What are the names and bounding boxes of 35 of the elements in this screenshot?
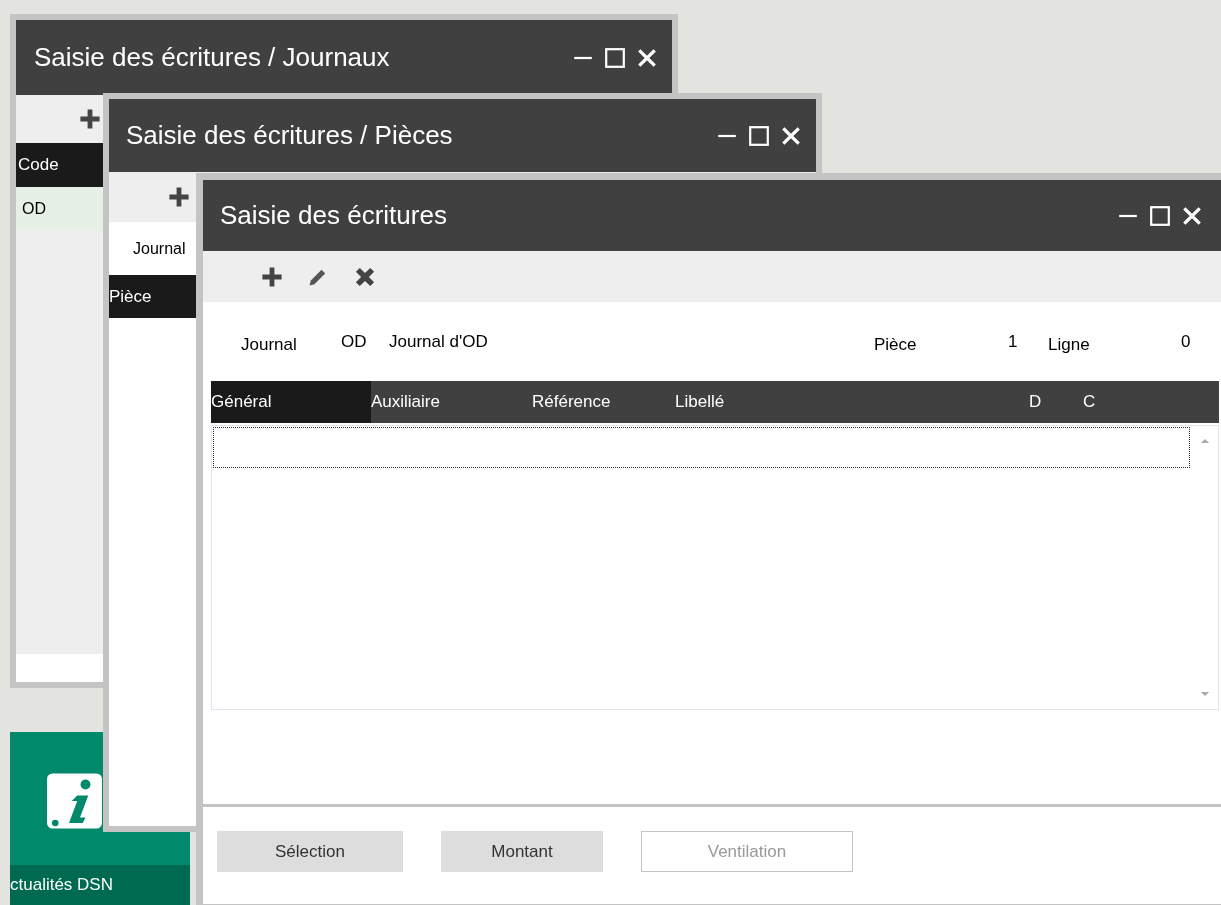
- column-header[interactable]: D: [1029, 381, 1083, 423]
- maximize-icon[interactable]: [1149, 204, 1171, 227]
- field-label: Journal: [241, 334, 297, 356]
- window-title: Saisie des écritures / Journaux: [34, 41, 390, 74]
- column-header[interactable]: Libellé: [675, 381, 1029, 423]
- window-title: Saisie des écritures: [220, 199, 447, 232]
- column-header[interactable]: Référence: [532, 381, 675, 423]
- maximize-icon[interactable]: [748, 124, 770, 147]
- field-label: Pièce: [874, 334, 917, 356]
- action-button[interactable]: Sélection: [217, 831, 403, 872]
- action-button[interactable]: Montant: [441, 831, 603, 872]
- close-icon[interactable]: [1181, 204, 1203, 227]
- field-label: Journal: [133, 238, 186, 259]
- field-value: OD: [341, 331, 367, 353]
- close-icon[interactable]: [780, 124, 802, 147]
- field-value: 0: [1181, 331, 1191, 353]
- add-icon[interactable]: [167, 185, 191, 209]
- news-label[interactable]: ctualités DSN: [10, 871, 113, 897]
- news-panel[interactable]: [10, 732, 103, 832]
- column-header[interactable]: Pièce: [109, 283, 152, 310]
- close-icon[interactable]: [636, 46, 658, 69]
- maximize-icon[interactable]: [604, 46, 626, 69]
- field-label: Ligne: [1048, 334, 1090, 356]
- column-header[interactable]: Général: [211, 381, 371, 423]
- window-title: Saisie des écritures / Pièces: [126, 119, 453, 152]
- column-header[interactable]: Auxiliaire: [371, 381, 532, 423]
- column-header[interactable]: Code: [16, 152, 59, 178]
- table-cell-text: OD: [21, 198, 46, 219]
- table-row[interactable]: OD: [16, 187, 102, 230]
- field-value: Journal d'OD: [389, 331, 488, 353]
- column-header[interactable]: C: [1083, 381, 1143, 423]
- add-icon[interactable]: [78, 107, 102, 131]
- field-value: 1: [1008, 331, 1018, 353]
- add-icon[interactable]: [260, 264, 284, 289]
- table-row[interactable]: [213, 427, 1190, 468]
